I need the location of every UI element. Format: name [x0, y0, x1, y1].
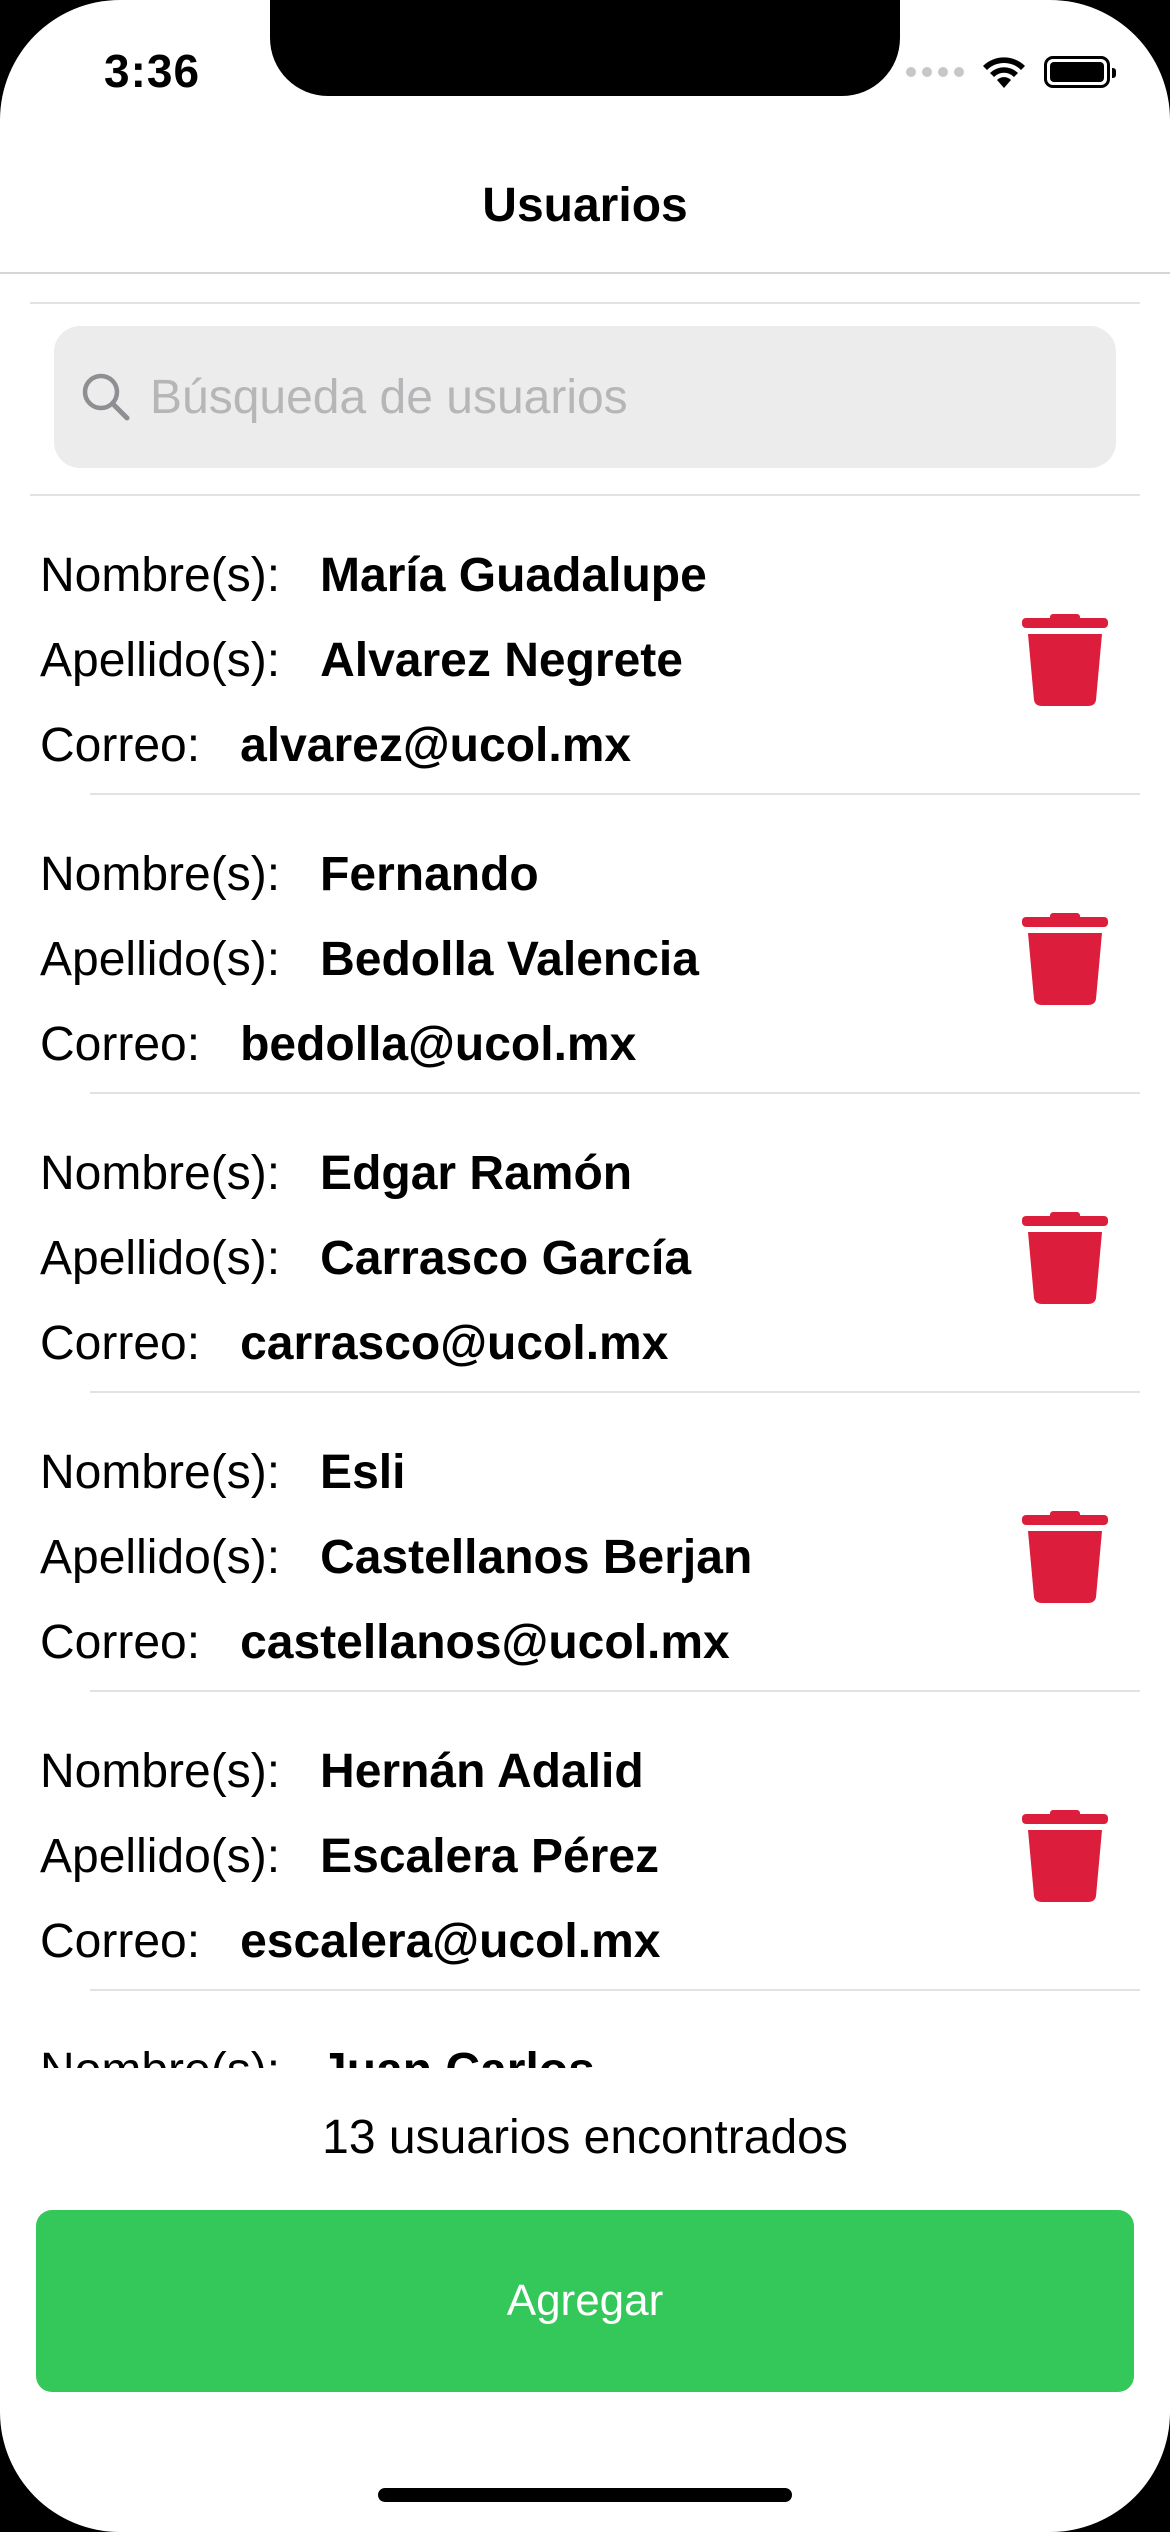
name-line: Nombre(s): Edgar Ramón [40, 1146, 632, 1201]
email-label: Correo: [40, 1616, 201, 1669]
add-button[interactable]: Agregar [36, 2210, 1134, 2392]
nav-divider [0, 272, 1170, 274]
divider [30, 302, 1140, 304]
surname-label: Apellido(s): [40, 933, 281, 986]
name-value: Esli [320, 1446, 406, 1499]
surname-line: Apellido(s): Carrasco García [40, 1231, 691, 1286]
search-input[interactable] [150, 369, 1050, 425]
trash-icon[interactable] [1022, 1212, 1108, 1304]
name-line: Nombre(s): Hernán Adalid [40, 1744, 644, 1799]
surname-label: Apellido(s): [40, 1830, 281, 1883]
name-label: Nombre(s): [40, 1446, 281, 1499]
surname-line: Apellido(s): Bedolla Valencia [40, 932, 699, 987]
status-icons [906, 52, 1116, 92]
surname-line: Apellido(s): Escalera Pérez [40, 1829, 659, 1884]
search-icon [82, 373, 130, 421]
surname-value: Alvarez Negrete [320, 634, 683, 687]
email-line: Correo: alvarez@ucol.mx [40, 718, 631, 773]
trash-icon[interactable] [1022, 913, 1108, 1005]
email-label: Correo: [40, 1915, 201, 1968]
email-line: Correo: bedolla@ucol.mx [40, 1017, 636, 1072]
home-indicator[interactable] [378, 2488, 792, 2502]
email-label: Correo: [40, 1317, 201, 1370]
surname-label: Apellido(s): [40, 1232, 281, 1285]
trash-icon[interactable] [1022, 1810, 1108, 1902]
surname-value: Escalera Pérez [320, 1830, 660, 1883]
trash-icon[interactable] [1022, 614, 1108, 706]
email-label: Correo: [40, 719, 201, 772]
name-label: Nombre(s): [40, 549, 281, 602]
battery-icon [1044, 56, 1116, 88]
name-line: Nombre(s): Juan Carlos [40, 2043, 595, 2068]
list-item[interactable]: Nombre(s): Fernando Apellido(s): Bedolla… [0, 795, 1170, 1094]
status-time: 3:36 [104, 45, 201, 97]
surname-value: Carrasco García [320, 1232, 692, 1285]
surname-label: Apellido(s): [40, 634, 281, 687]
email-value: escalera@ucol.mx [240, 1915, 661, 1968]
name-value: Fernando [320, 848, 539, 901]
email-line: Correo: escalera@ucol.mx [40, 1914, 660, 1969]
surname-line: Apellido(s): Castellanos Berjan [40, 1530, 752, 1585]
search-bar[interactable] [54, 326, 1116, 468]
name-value: Juan Carlos [320, 2044, 595, 2068]
name-value: María Guadalupe [320, 549, 707, 602]
list-item[interactable]: Nombre(s): María Guadalupe Apellido(s): … [0, 496, 1170, 795]
list-item[interactable]: Nombre(s): Esli Apellido(s): Castellanos… [0, 1393, 1170, 1692]
surname-label: Apellido(s): [40, 1531, 281, 1584]
wifi-icon [983, 57, 1025, 88]
name-line: Nombre(s): Esli [40, 1445, 405, 1500]
list-item[interactable]: Nombre(s): Hernán Adalid Apellido(s): Es… [0, 1692, 1170, 1991]
phone-screen: 3:36 Usuarios Nombre(s): María Guadalupe… [0, 0, 1170, 2532]
email-value: castellanos@ucol.mx [240, 1616, 730, 1669]
surname-line: Apellido(s): Alvarez Negrete [40, 633, 683, 688]
list-item[interactable]: Nombre(s): Juan Carlos Apellido(s): Corr… [0, 1991, 1170, 2068]
list-item[interactable]: Nombre(s): Edgar Ramón Apellido(s): Carr… [0, 1094, 1170, 1393]
results-count: 13 usuarios encontrados [322, 2111, 848, 2164]
notch [270, 0, 900, 96]
name-label: Nombre(s): [40, 2044, 280, 2068]
email-line: Correo: carrasco@ucol.mx [40, 1316, 668, 1371]
email-value: alvarez@ucol.mx [240, 719, 632, 772]
surname-value: Castellanos Berjan [320, 1531, 753, 1584]
cellular-signal-icon [906, 67, 964, 77]
email-label: Correo: [40, 1018, 201, 1071]
trash-icon[interactable] [1022, 1511, 1108, 1603]
name-label: Nombre(s): [40, 848, 281, 901]
name-line: Nombre(s): Fernando [40, 847, 539, 902]
name-line: Nombre(s): María Guadalupe [40, 548, 707, 603]
surname-value: Bedolla Valencia [320, 933, 699, 986]
name-value: Edgar Ramón [320, 1147, 633, 1200]
email-line: Correo: castellanos@ucol.mx [40, 1615, 730, 1670]
name-label: Nombre(s): [40, 1745, 281, 1798]
name-value: Hernán Adalid [320, 1745, 644, 1798]
name-label: Nombre(s): [40, 1147, 281, 1200]
page-title: Usuarios [482, 179, 688, 232]
user-list[interactable]: Nombre(s): María Guadalupe Apellido(s): … [0, 496, 1170, 2068]
email-value: carrasco@ucol.mx [240, 1317, 669, 1370]
email-value: bedolla@ucol.mx [240, 1018, 637, 1071]
